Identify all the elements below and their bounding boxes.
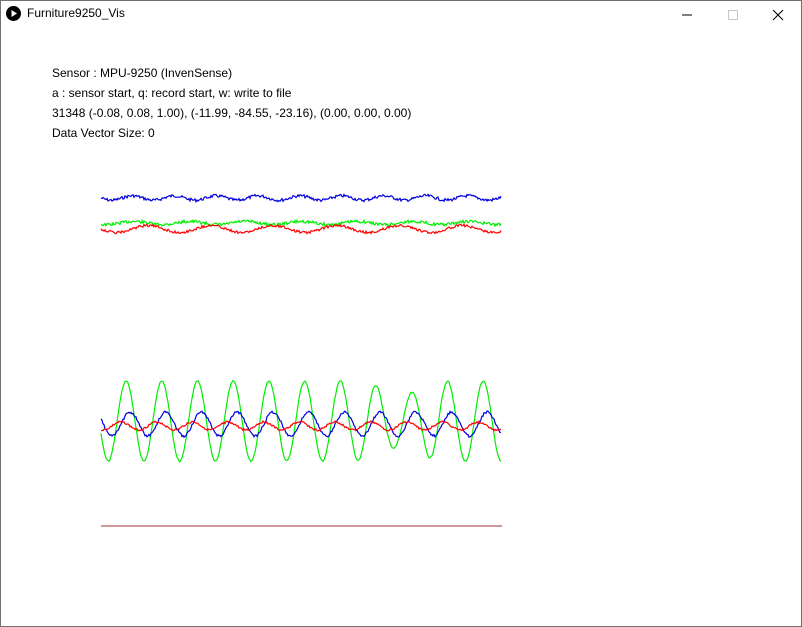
accelerometer-plot [100,193,502,235]
app-window: Furniture9250_Vis Sensor : MPU-9250 (Inv… [0,0,802,627]
accel-z-trace [100,193,502,204]
gyroscope-plot [100,379,502,463]
accel-y-trace [100,218,502,228]
sensor-plot-canvas [100,193,502,527]
accel-x-trace [100,223,502,235]
